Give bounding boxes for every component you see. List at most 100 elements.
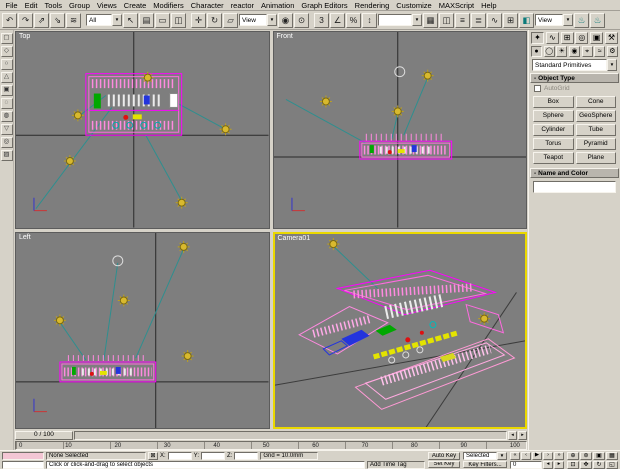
reactor-icon-9[interactable]: ◎ [1,137,13,148]
button-box[interactable]: Box [533,96,574,108]
menu-maxscript[interactable]: MAXScript [435,1,477,10]
edit-named-selection-icon[interactable]: ▦ [423,13,438,28]
render-type-dropdown[interactable]: View ▼ [535,14,573,26]
play-button[interactable]: ▶ [532,452,542,460]
viewport-front[interactable]: Front [273,31,528,229]
angle-snap-icon[interactable]: ∠ [330,13,345,28]
object-name-field[interactable] [533,181,616,193]
track-bar[interactable]: 0102030405060708090100 [15,441,527,450]
pan-icon[interactable]: ✥ [580,461,592,469]
helper-object[interactable] [394,67,404,77]
quick-render-icon[interactable]: ♨ [590,13,605,28]
menu-rendering[interactable]: Rendering [351,1,393,10]
select-and-rotate-icon[interactable]: ↻ [207,13,222,28]
dropdown-arrow-icon[interactable]: ▼ [412,14,422,26]
viewport-top[interactable]: Top [15,31,270,229]
light-target-lines[interactable] [36,96,226,209]
rollout-collapse-icon[interactable]: - [534,75,536,82]
reactor-icon-4[interactable]: △ [1,72,13,83]
button-sphere[interactable]: Sphere [533,110,574,122]
subtab-geometry[interactable]: ● [531,46,542,57]
selection-filter-dropdown[interactable]: All ▼ [86,14,122,26]
subtab-shapes[interactable]: ◯ [544,46,555,57]
reactor-icon-6[interactable]: ◌ [1,98,13,109]
menu-animation[interactable]: Animation [258,1,298,10]
menu-customize[interactable]: Customize [393,1,435,10]
layer-manager-icon[interactable]: ≣ [471,13,486,28]
z-coordinate-field[interactable] [234,452,258,460]
spinner-snap-icon[interactable]: ↕ [362,13,377,28]
subtab-helpers[interactable]: ⌖ [582,46,593,57]
viewport-front-label[interactable]: Front [277,33,293,40]
key-filters-button[interactable]: Key Filters... [463,461,507,468]
render-scene-icon[interactable]: ♨ [574,13,589,28]
stadium-wireframe[interactable] [359,137,451,159]
x-coordinate-field[interactable] [168,452,192,460]
tab-hierarchy[interactable]: ⊞ [561,32,574,44]
button-pyramid[interactable]: Pyramid [576,138,617,150]
select-object-icon[interactable]: ↖ [123,13,138,28]
reactor-icon-7[interactable]: ◍ [1,111,13,122]
zoom-extents-icon[interactable]: ▣ [593,452,605,460]
align-icon[interactable]: ≡ [455,13,470,28]
menu-group[interactable]: Group [66,1,94,10]
viewport-left-label[interactable]: Left [19,234,31,241]
snap-toggle-icon[interactable]: 3 [314,13,329,28]
percent-snap-icon[interactable]: % [346,13,361,28]
time-slider[interactable]: 0 / 100 [15,431,73,440]
dropdown-arrow-icon[interactable]: ▼ [112,14,122,26]
button-cone[interactable]: Cone [576,96,617,108]
viewport-top-canvas[interactable] [16,32,269,228]
reactor-icon-10[interactable]: ▨ [1,150,13,161]
auto-key-button[interactable]: Auto Key [428,452,460,460]
subtab-systems[interactable]: ⚙ [607,46,618,57]
schematic-view-icon[interactable]: ⊞ [503,13,518,28]
dropdown-arrow-icon[interactable]: ▼ [563,14,573,26]
reactor-icon-1[interactable]: ▢ [1,33,13,44]
maxscript-mini-listener-line[interactable] [2,461,44,469]
viewport-left[interactable]: Left [15,232,270,430]
next-frame-button[interactable]: › [543,452,553,460]
selection-lock-icon[interactable]: ⊠ [148,452,158,460]
viewport-camera-canvas[interactable] [275,234,526,428]
omni-lights[interactable] [327,238,490,325]
button-tube[interactable]: Tube [576,124,617,136]
zoom-icon[interactable]: ⊕ [567,452,579,460]
next-key-icon[interactable]: ▸ [518,431,527,440]
autogrid-checkbox[interactable] [534,85,541,92]
reactor-icon-8[interactable]: ▽ [1,124,13,135]
current-frame-field[interactable]: 0 [510,461,542,469]
window-crossing-icon[interactable]: ◫ [171,13,186,28]
select-and-link-icon[interactable]: ⇗ [34,13,49,28]
viewport-top-label[interactable]: Top [19,33,30,40]
viewport-left-canvas[interactable] [16,233,269,429]
previous-key-icon[interactable]: ◂ [508,431,517,440]
dropdown-arrow-icon[interactable]: ▼ [607,59,617,71]
viewport-camera-label[interactable]: Camera01 [278,235,311,242]
use-pivot-center-icon[interactable]: ◉ [278,13,293,28]
menu-edit[interactable]: Edit [21,1,41,10]
stadium-wireframe[interactable] [60,358,156,382]
button-plane[interactable]: Plane [576,152,617,164]
dropdown-arrow-icon[interactable]: ▼ [267,14,277,26]
menu-tools[interactable]: Tools [41,1,66,10]
dropdown-arrow-icon[interactable]: ▼ [497,452,507,460]
select-by-name-icon[interactable]: ▤ [139,13,154,28]
frame-step-down-button[interactable]: ◂ [543,461,553,469]
mirror-icon[interactable]: ◫ [439,13,454,28]
rectangular-region-icon[interactable]: ▭ [155,13,170,28]
zoom-all-icon[interactable]: ⊛ [580,452,592,460]
add-time-tag[interactable]: Add Time Tag [367,461,425,469]
material-editor-icon[interactable]: ◧ [519,13,534,28]
unlink-selection-icon[interactable]: ⇘ [50,13,65,28]
reference-coordinate-dropdown[interactable]: View ▼ [239,14,277,26]
arc-rotate-icon[interactable]: ↻ [593,461,605,469]
tab-utilities[interactable]: ⚒ [605,32,618,44]
reactor-icon-2[interactable]: ◇ [1,46,13,57]
curve-editor-icon[interactable]: ∿ [487,13,502,28]
redo-icon[interactable]: ↷ [18,13,33,28]
tab-modify[interactable]: ∿ [546,32,559,44]
omni-lights[interactable] [319,70,433,118]
viewport-front-canvas[interactable] [274,32,527,228]
stadium-wireframe[interactable] [299,270,514,409]
